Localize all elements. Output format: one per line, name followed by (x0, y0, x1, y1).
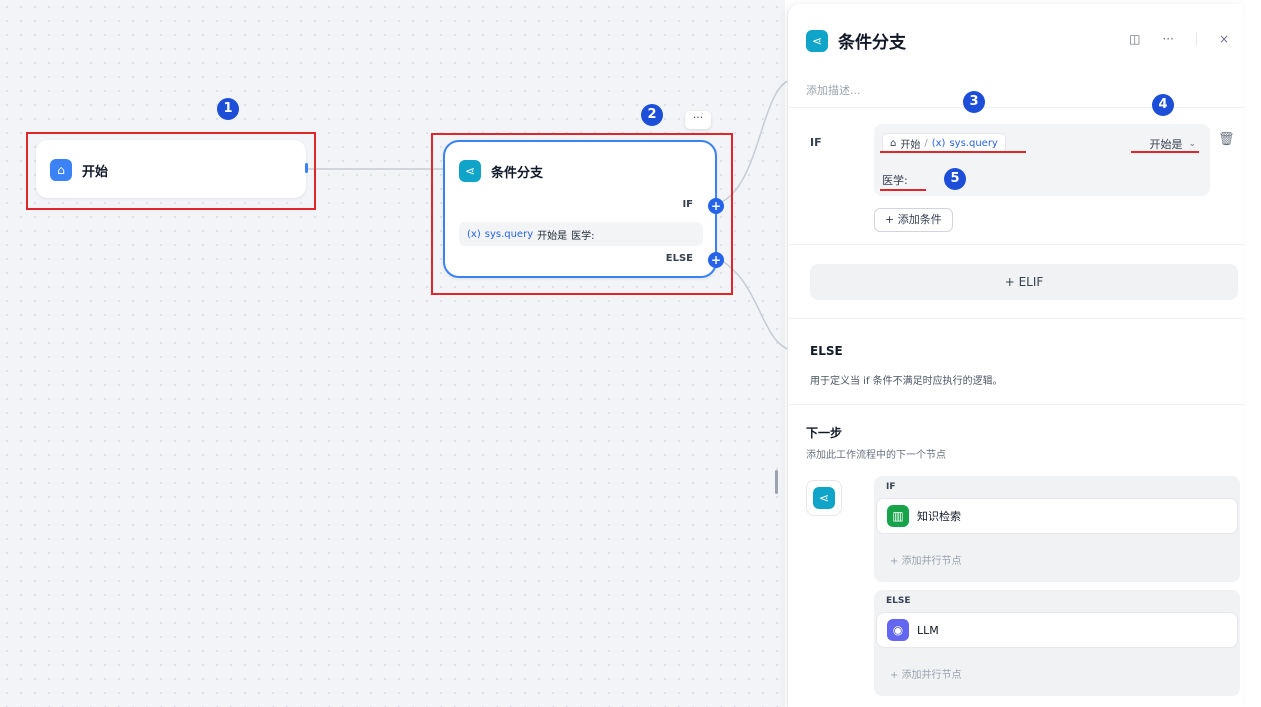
add-elif-button[interactable]: + ELIF (810, 264, 1238, 300)
divider (788, 404, 1244, 405)
condition-value-input[interactable]: 医学: (882, 172, 908, 188)
branch-label: IF (886, 482, 896, 492)
annotation-box-1 (26, 132, 316, 210)
close-icon[interactable]: × (1219, 32, 1229, 46)
divider (788, 244, 1244, 245)
branch-label: ELSE (886, 596, 911, 606)
if-section-label: IF (810, 136, 822, 149)
next-step-title: 下一步 (806, 426, 843, 440)
annotation-badge-5: 5 (944, 168, 966, 190)
workflow-canvas[interactable] (0, 0, 785, 707)
branch-icon: ⋖ (813, 487, 835, 509)
operator-value: 开始是 (1149, 138, 1183, 151)
annotation-badge-4: 4 (1152, 94, 1174, 116)
add-parallel-node-button[interactable]: + 添加并行节点 (890, 666, 962, 681)
add-parallel-node-button[interactable]: + 添加并行节点 (890, 552, 962, 567)
branch-icon: ⋖ (806, 29, 828, 52)
annotation-underline-4 (1131, 151, 1199, 153)
variable-separator: / (924, 137, 928, 149)
trash-icon[interactable]: 🗑 (1218, 132, 1235, 147)
panel-title: 条件分支 (838, 33, 906, 53)
llm-icon: ◉ (887, 619, 909, 641)
node-settings-panel: ⋖ 条件分支 ◫ ··· × 添加描述... IF ⌂ 开始 / (x) sys… (787, 4, 1244, 707)
next-node-llm[interactable]: ◉ LLM (876, 612, 1238, 648)
next-node-knowledge-retrieval[interactable]: ▥ 知识检索 (876, 498, 1238, 534)
node-more-button[interactable]: ··· (685, 111, 711, 129)
more-icon[interactable]: ··· (1162, 32, 1173, 46)
book-icon: ▥ (887, 505, 909, 527)
annotation-box-2 (431, 133, 733, 295)
next-else-branch: ELSE ◉ LLM + 添加并行节点 (874, 590, 1240, 696)
divider (788, 107, 1244, 108)
split-view-icon[interactable]: ◫ (1129, 32, 1140, 46)
home-icon: ⌂ (890, 137, 897, 149)
else-section-description: 用于定义当 if 条件不满足时应执行的逻辑。 (810, 376, 1003, 387)
variable-selector[interactable]: ⌂ 开始 / (x) sys.query (882, 133, 1006, 153)
annotation-underline-3 (880, 151, 1026, 153)
variable-name: sys.query (949, 137, 998, 149)
annotation-badge-3: 3 (963, 91, 985, 113)
annotation-badge-1: 1 (217, 98, 239, 120)
description-input[interactable]: 添加描述... (806, 82, 861, 98)
annotation-underline-5 (880, 189, 926, 191)
variable-icon: (x) (931, 137, 946, 149)
condition-row: ⌂ 开始 / (x) sys.query 开始是 ⌄ 医学: (874, 124, 1210, 196)
next-node-label: LLM (917, 623, 939, 637)
source-node-tile: ⋖ (806, 480, 842, 516)
panel-header: ⋖ 条件分支 (806, 28, 906, 53)
next-if-branch: IF ▥ 知识检索 + 添加并行节点 (874, 476, 1240, 582)
chevron-down-icon: ⌄ (1188, 139, 1196, 149)
next-node-label: 知识检索 (917, 510, 961, 523)
panel-resize-handle[interactable] (775, 470, 778, 494)
add-condition-button[interactable]: + 添加条件 (874, 208, 953, 232)
tool-divider (1195, 32, 1197, 46)
panel-tools: ◫ ··· × (1129, 32, 1229, 46)
annotation-badge-2: 2 (641, 104, 663, 126)
divider (788, 318, 1244, 319)
else-section-title: ELSE (810, 344, 843, 358)
variable-source: 开始 (900, 139, 921, 151)
next-step-description: 添加此工作流程中的下一个节点 (806, 450, 946, 461)
operator-select[interactable]: 开始是 ⌄ (1149, 136, 1196, 152)
